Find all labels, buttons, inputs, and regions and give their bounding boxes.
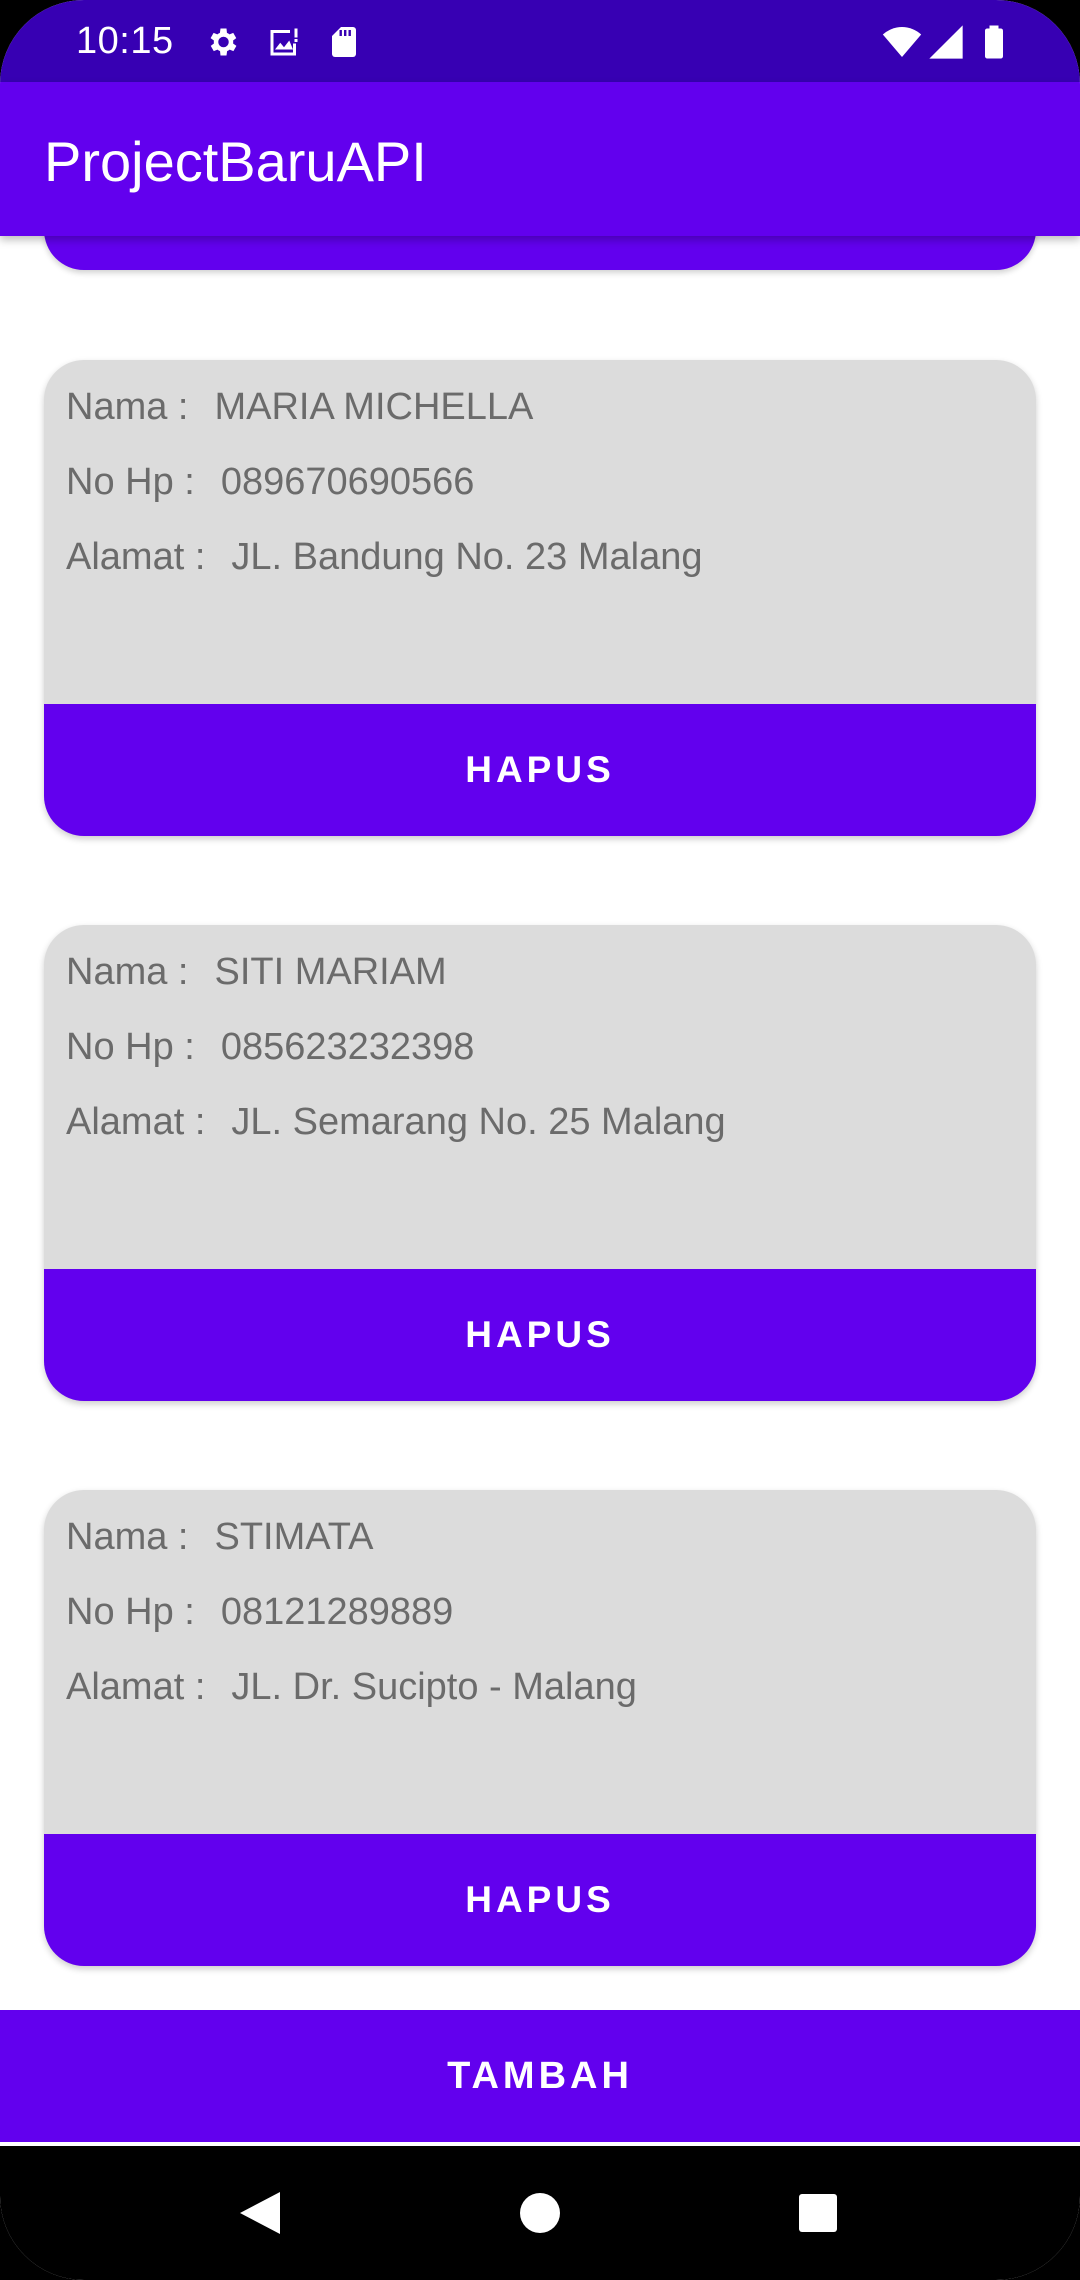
cell-signal-icon [929, 25, 963, 59]
contact-card: Nama : MARIA MICHELLA No Hp : 089670690566… [44, 360, 1036, 836]
phone-label: No Hp : [66, 1026, 195, 1068]
image-notification-icon [270, 28, 298, 56]
delete-button[interactable]: HAPUS [44, 1269, 1036, 1401]
phone-value: 08121289889 [220, 1591, 454, 1633]
contact-card: Nama : SITI MARIAM No Hp : 085623232398 Al… [44, 925, 1036, 1401]
phone-label: No Hp : [66, 461, 195, 503]
back-icon[interactable] [180, 2146, 340, 2280]
contact-list[interactable]: Nama : MARIA MICHELLA No Hp : 089670690566… [0, 236, 1080, 2010]
name-row: Nama : SITI MARIAM [66, 949, 447, 995]
phone-row: No Hp : 085623232398 [66, 1024, 474, 1070]
address-value: JL. Bandung No. 23 Malang [231, 536, 703, 578]
phone-value: 085623232398 [220, 1026, 475, 1068]
contact-card: Nama : STIMATA No Hp : 08121289889 Alamat … [44, 1490, 1036, 1966]
phone-value: 089670690566 [220, 461, 475, 503]
status-time: 10:15 [76, 20, 174, 62]
wifi-icon [882, 27, 922, 57]
name-label: Nama : [66, 951, 189, 993]
name-value: MARIA MICHELLA [214, 386, 534, 428]
navigation-bar [0, 2146, 1080, 2280]
address-value: JL. Semarang No. 25 Malang [231, 1101, 726, 1143]
partial-card-delete-button[interactable] [44, 236, 1036, 270]
app-title: ProjectBaruAPI [44, 130, 427, 193]
name-value: SITI MARIAM [214, 951, 447, 993]
app-bar: ProjectBaruAPI [0, 82, 1080, 236]
address-row: Alamat : JL. Dr. Sucipto - Malang [66, 1664, 637, 1710]
address-label: Alamat : [66, 1666, 206, 1708]
address-label: Alamat : [66, 1101, 206, 1143]
settings-icon [210, 28, 237, 56]
phone-row: No Hp : 089670690566 [66, 459, 474, 505]
phone-label: No Hp : [66, 1591, 195, 1633]
home-icon[interactable] [460, 2146, 620, 2280]
name-label: Nama : [66, 386, 189, 428]
app-screen: 10:15 ProjectBaruAPI Nama: MARIA MICHEL… [0, 0, 1080, 2280]
address-row: Alamat : JL. Bandung No. 23 Malang [66, 534, 703, 580]
address-label: Alamat : [66, 536, 206, 578]
delete-button[interactable]: HAPUS [44, 704, 1036, 836]
recents-icon[interactable] [738, 2146, 898, 2280]
address-value: JL. Dr. Sucipto - Malang [231, 1666, 637, 1708]
phone-row: No Hp : 08121289889 [66, 1589, 453, 1635]
address-row: Alamat : JL. Semarang No. 25 Malang [66, 1099, 726, 1145]
name-label: Nama : [66, 1516, 189, 1558]
delete-button[interactable]: HAPUS [44, 1834, 1036, 1966]
sd-card-icon [332, 27, 356, 57]
status-bar: 10:15 [0, 0, 1080, 82]
name-row: Nama : STIMATA [66, 1514, 374, 1560]
name-value: STIMATA [214, 1516, 374, 1558]
add-button[interactable]: TAMBAH [0, 2010, 1080, 2142]
battery-icon [985, 25, 1003, 59]
name-row: Nama : MARIA MICHELLA [66, 384, 533, 430]
